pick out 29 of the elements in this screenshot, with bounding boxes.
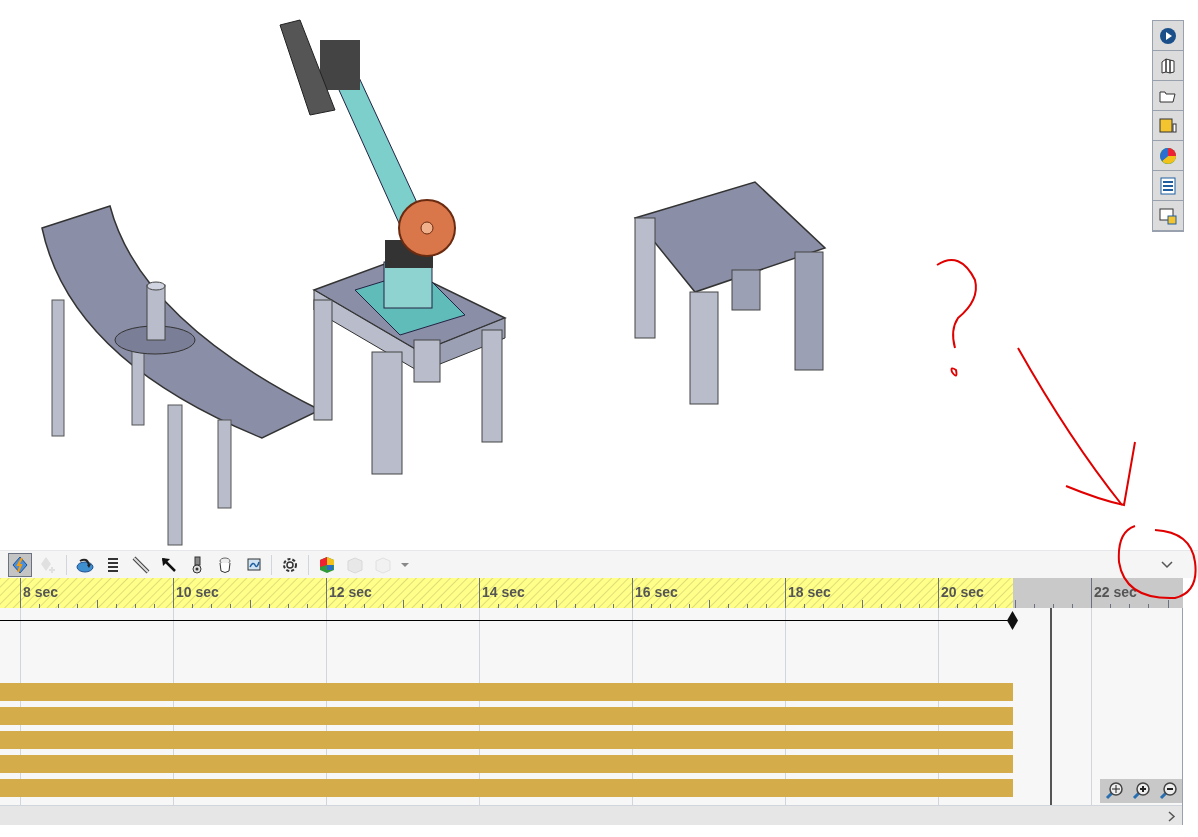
damper-icon: [131, 554, 151, 575]
chevron-right-icon[interactable]: [1168, 811, 1176, 822]
time-label: 16 sec: [635, 583, 678, 602]
time-label: 10 sec: [176, 583, 219, 602]
zoom-in-icon[interactable]: [1131, 781, 1151, 801]
time-label: 12 sec: [329, 583, 372, 602]
timeline-ruler[interactable]: 8 sec 10 sec 12 sec 14 sec 16 sec 18 sec 20 sec 22 sec: [0, 578, 1182, 608]
task-pane-tab[interactable]: [1153, 81, 1183, 111]
task-pane-tab[interactable]: [1153, 201, 1183, 231]
horizontal-scrollbar[interactable]: [0, 805, 1182, 825]
task-pane-tab[interactable]: [1153, 141, 1183, 171]
wizard-button[interactable]: [8, 552, 32, 577]
task-pane-tab[interactable]: [1153, 21, 1183, 51]
wizard-icon: [10, 554, 30, 575]
time-label: 18 sec: [788, 583, 831, 602]
caret-icon: [401, 562, 409, 567]
time-label: 8 sec: [23, 583, 59, 602]
zoom-to-fit-icon[interactable]: [1103, 781, 1124, 801]
task-pane-tab[interactable]: [1153, 171, 1183, 201]
time-label: 14 sec: [482, 583, 525, 602]
zoom-out-icon[interactable]: [1158, 781, 1179, 801]
chevron-down-icon[interactable]: [1161, 560, 1173, 570]
properties-icon: [1158, 175, 1178, 196]
key-point-icon[interactable]: [1007, 611, 1018, 630]
colored-part-icon: [317, 554, 337, 575]
task-pane-tab[interactable]: [1153, 51, 1183, 81]
library-icon: [1158, 55, 1178, 76]
time-label: 20 sec: [941, 583, 984, 602]
time-label: 22 sec: [1094, 583, 1137, 602]
